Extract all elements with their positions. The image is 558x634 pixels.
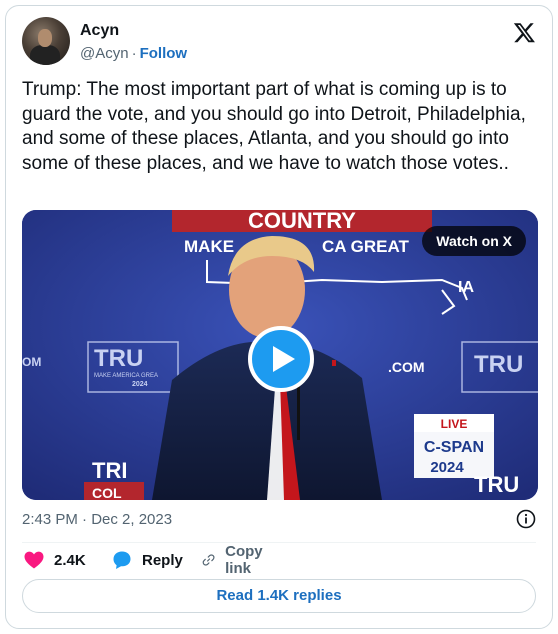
dotcom-text: .COM (388, 359, 425, 375)
avatar-torso (30, 45, 60, 65)
tweet-timestamp[interactable]: 2:43 PM · Dec 2, 2023 (22, 511, 172, 528)
author-handle[interactable]: @Acyn (80, 45, 129, 62)
info-icon[interactable] (516, 509, 536, 529)
avatar[interactable] (22, 17, 70, 65)
read-replies-button[interactable]: Read 1.4K replies (22, 579, 536, 613)
cspan-year: 2024 (430, 459, 464, 476)
watch-on-x-button[interactable]: Watch on X (422, 226, 526, 256)
slogan-right: CA GREAT (322, 237, 410, 256)
sign-left-big: TRU (94, 345, 143, 372)
handle-separator: · (131, 45, 137, 62)
copy-link-button[interactable]: Copy link (202, 543, 270, 577)
avatar-face (38, 29, 52, 47)
x-logo-icon[interactable] (513, 21, 536, 44)
live-text: LIVE (441, 417, 468, 431)
author-name[interactable]: Acyn (80, 22, 119, 40)
reply-label: Reply (142, 551, 183, 569)
sign-year: 2024 (132, 381, 148, 388)
like-button[interactable]: 2.4K (24, 549, 86, 571)
sign-left-small: MAKE AMERICA GREA (94, 373, 158, 379)
follow-button[interactable]: Follow (140, 45, 188, 62)
state-abbrev: IA (458, 279, 474, 296)
play-icon (273, 346, 295, 372)
like-count: 2.4K (54, 551, 86, 569)
copy-link-label: Copy link (225, 543, 263, 577)
slogan-left: MAKE (184, 237, 234, 256)
lower-left-text-2: COL (92, 485, 122, 500)
divider (22, 542, 536, 543)
lower-right-text: TRU (474, 472, 519, 497)
tweet-card: Acyn @Acyn · Follow Trump: The most import… (5, 5, 553, 629)
tweet-header: Acyn @Acyn · Follow (22, 17, 536, 67)
lower-left-text: TRI (92, 458, 127, 483)
play-button[interactable] (248, 326, 314, 392)
heart-icon (24, 551, 44, 569)
tweet-text: Trump: The most important part of what i… (22, 79, 526, 174)
video-player[interactable]: COUNTRY MAKE CA GREAT IA TRU MAKE AMERIC… (22, 210, 538, 500)
handle-row: @Acyn · Follow (80, 45, 187, 62)
link-icon (202, 554, 215, 566)
banner-text: COUNTRY (248, 210, 356, 233)
om-text: OM (22, 355, 41, 369)
reply-icon (113, 551, 131, 569)
reply-button[interactable]: Reply (112, 549, 183, 571)
sign-right-big: TRU (474, 351, 523, 378)
cspan-text: C-SPAN (424, 439, 484, 456)
